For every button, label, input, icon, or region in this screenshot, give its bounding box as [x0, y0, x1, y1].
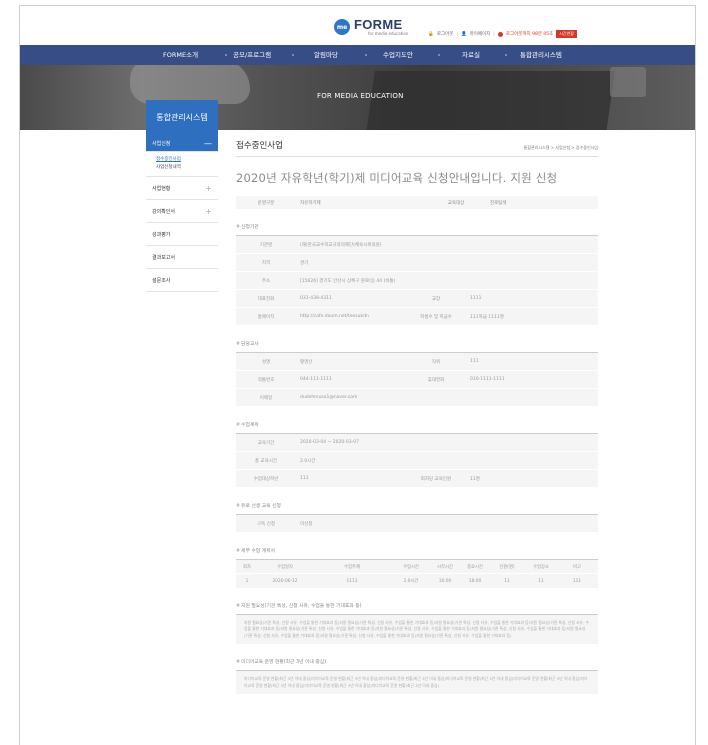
section-heading-plan: 수업계획	[236, 421, 598, 428]
table-row: 홈페이지 http://cafe.daum.net/teesukdn 학생수 및 학…	[236, 308, 598, 326]
logo-tagline: for media education	[368, 30, 409, 36]
media-text: 미디어교육 운영 현황(최근 3년 이내 중심)미디어교육 운영 현황(최근 3…	[236, 670, 598, 695]
extend-session-button[interactable]: 시간연장	[556, 30, 577, 38]
page-frame: me FORME for media education 🔒 로그아웃 | 👤 …	[19, 5, 696, 745]
table-row: 주소 [15626] 경기도 안산시 상록구 원로(동 44 (비통)	[236, 272, 598, 290]
main-content: 접수중인사업 통합관리시스템 > 사업신청 > 접수중인사업 2020년 자유학…	[236, 135, 598, 695]
manager-table: 성명 황명선 직위 111 직통번호 044-111-1111 휴대전화 010-1111-…	[236, 352, 598, 407]
hero-caption: FOR MEDIA EDUCATION	[317, 92, 404, 100]
course-table: 구독 신청 미신청	[236, 514, 598, 533]
nav-item-notice[interactable]: 알림마당	[314, 45, 338, 65]
sidebar-item-survey[interactable]: 설문조사	[146, 269, 218, 292]
header: me FORME for media education 🔒 로그아웃 | 👤 …	[20, 6, 695, 45]
institution-table: 기관명 (재)한국교수학교규약의제단(체육시위의원) 지역 경기 주소 [15626]…	[236, 235, 598, 326]
homepage-link[interactable]: http://cafe.daum.net/teesukdn	[296, 314, 406, 319]
table-row: 성명 황명선 직위 111	[236, 353, 598, 371]
table-row: 총 교육시간 2.0시간	[236, 452, 598, 470]
schedule-table: 회차 수업일자 수업주제 수업시간 시작시간 종료시간 인원(명) 수업장소 비…	[236, 559, 598, 588]
sidebar-title: 통합관리시스템	[146, 100, 218, 135]
table-row: 교육기간 2020-03-04 ~ 2020-03-07	[236, 434, 598, 452]
table-row: 기관명 (재)한국교수학교규약의제단(체육시위의원)	[236, 236, 598, 254]
nav-item-programs[interactable]: 공모/프로그램	[233, 45, 271, 65]
table-row: 대표전화 031-438-4311 교장 1111	[236, 290, 598, 308]
expand-icon: +	[205, 183, 212, 193]
site-logo[interactable]: me FORME for media education	[334, 16, 408, 38]
sidebar-submenu: 접수중인사업 사업신청내역	[146, 152, 218, 177]
hero-photo-laptop	[365, 71, 615, 130]
nav-item-resources[interactable]: 자료실	[462, 45, 480, 65]
table-row: 1 2020-06-12 1111 2.0시간 16:00 18:00 11 1…	[245, 578, 582, 585]
user-icon: 👤	[460, 31, 467, 37]
utility-bar: 🔒 로그아웃 | 👤 마이페이지 | 로그아웃까지 98분 05초 시간연장	[428, 30, 577, 38]
plan-table: 교육기간 2020-03-04 ~ 2020-03-07 총 교육시간 2.0시간 …	[236, 433, 598, 488]
table-row: 이메일 dudehmusa1@naver.com	[236, 389, 598, 407]
section-heading-institution: 신청기관	[236, 223, 598, 230]
table-row: 직통번호 044-111-1111 휴대전화 010-1111-1111	[236, 371, 598, 389]
apply-title: 2020년 자유학년(학기)제 미디어교육 신청안내입니다. 지원 신청	[236, 171, 558, 185]
program-type-row: 운영구분 자유학기제 교육대상 진로탐색	[236, 196, 598, 209]
section-heading-course: 유로 선생 교육 신청	[236, 502, 598, 509]
sidebar-item-certificate[interactable]: 강의확인서 +	[146, 200, 218, 223]
collapse-icon: —	[204, 138, 212, 148]
section-heading-need: 지원 필요성(기관 특성, 신청 사유, 수업을 통한 기대효과 등)	[236, 602, 598, 609]
sidebar-sub-apply-history[interactable]: 사업신청내역	[156, 164, 218, 172]
page-title: 접수중인사업	[236, 141, 283, 151]
table-row: 수업대상학년 111 회차당 교육인원 11명	[236, 470, 598, 488]
hero-photo-hand	[130, 65, 250, 104]
section-heading-manager: 담당교사	[236, 340, 598, 347]
logo-mark-icon: me	[334, 19, 350, 35]
hero-photo-cup	[610, 67, 646, 97]
logout-link[interactable]: 로그아웃	[437, 31, 454, 37]
section-heading-schedule: 세부 수업 계획서	[236, 547, 598, 554]
need-text: 지원 필요성(기관 특성, 신청 사유, 수업을 통한 기대효과 등)지원 필요…	[236, 614, 598, 645]
table-row: 구독 신청 미신청	[236, 515, 598, 533]
hero-banner: FOR MEDIA EDUCATION	[20, 65, 695, 130]
main-nav: FORME소개 공모/프로그램 알림마당 수업지도안 자료실 통합관리시스템	[20, 45, 695, 65]
section-heading-media: 미디어교육 운영 현황(최근 3년 이내 중심)	[236, 658, 598, 665]
sidebar: 사업신청 — 접수중인사업 사업신청내역 사업현황 + 강의확인서 + 성과평가…	[146, 135, 218, 292]
table-row: 지역 경기	[236, 254, 598, 272]
sidebar-item-apply[interactable]: 사업신청 —	[146, 135, 218, 152]
lock-icon: 🔒	[428, 31, 434, 37]
page-header: 접수중인사업 통합관리시스템 > 사업신청 > 접수중인사업	[236, 135, 598, 157]
sidebar-item-report[interactable]: 결과보고서	[146, 246, 218, 269]
logo-name: FORME	[354, 16, 403, 32]
nav-item-about[interactable]: FORME소개	[163, 45, 198, 65]
sidebar-sub-open-projects[interactable]: 접수중인사업	[156, 156, 218, 164]
nav-item-lesson-plans[interactable]: 수업지도안	[383, 45, 413, 65]
sidebar-item-evaluation[interactable]: 성과평가	[146, 223, 218, 246]
alert-icon	[497, 31, 503, 37]
sidebar-item-status[interactable]: 사업현황 +	[146, 177, 218, 200]
nav-item-management[interactable]: 통합관리시스템	[520, 45, 562, 65]
mypage-link[interactable]: 마이페이지	[470, 31, 491, 37]
session-timer: 로그아웃까지 98분 05초	[505, 32, 554, 37]
table-header-row: 회차 수업일자 수업주제 수업시간 시작시간 종료시간 인원(명) 수업장소 비…	[236, 560, 598, 574]
expand-icon: +	[205, 206, 212, 216]
breadcrumb: 통합관리시스템 > 사업신청 > 접수중인사업	[523, 145, 598, 150]
